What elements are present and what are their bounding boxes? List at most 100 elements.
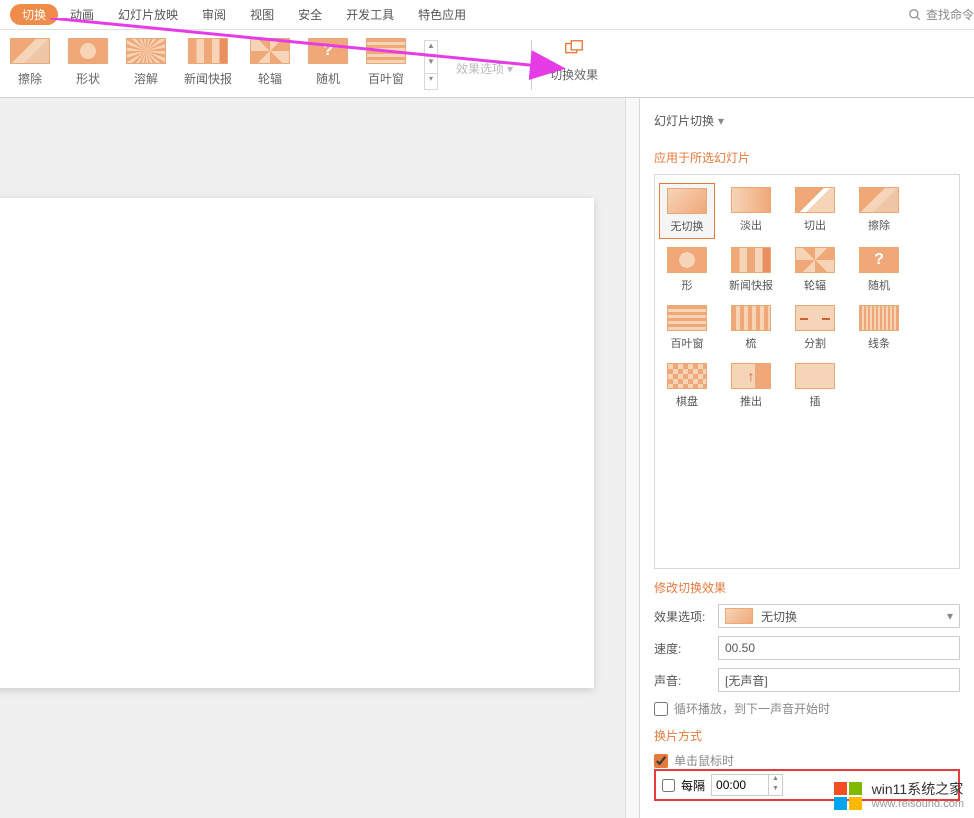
every-spinner[interactable]: 00:00 ▲ ▼ (711, 774, 783, 796)
every-label: 每隔 (681, 777, 705, 794)
ribbon-label: 轮辐 (258, 70, 282, 87)
push-icon (731, 363, 771, 389)
onclick-checkbox[interactable] (654, 754, 668, 768)
effect-option-combo[interactable]: 无切换 ▾ (718, 604, 960, 628)
ribbon-wipe[interactable]: 擦除 (10, 38, 50, 87)
every-checkbox[interactable] (662, 779, 675, 792)
vertical-scrollbar[interactable] (625, 98, 639, 818)
transition-fade[interactable]: 淡出 (723, 183, 779, 239)
advance-section-title: 换片方式 (654, 727, 960, 744)
insert-icon (795, 363, 835, 389)
ribbon-wheel[interactable]: 轮辐 (250, 38, 290, 87)
wheel-icon (250, 38, 290, 64)
ribbon: 擦除 形状 溶解 新闻快报 轮辐 随机 百叶窗 ▲ ▼ ▾ 效果选项 ▾ 切换效… (0, 30, 974, 98)
panel-title: 幻灯片切换 ▾ (654, 108, 960, 139)
transition-none[interactable]: 无切换 (659, 183, 715, 239)
lines-icon (859, 305, 899, 331)
tab-transition[interactable]: 切换 (10, 4, 58, 25)
transition-insert[interactable]: 插 (787, 359, 843, 413)
news-icon (731, 247, 771, 273)
tab-view[interactable]: 视图 (238, 2, 286, 27)
onclick-label: 单击鼠标时 (674, 752, 734, 769)
onclick-checkbox-row[interactable]: 单击鼠标时 (654, 752, 960, 769)
loop-checkbox-row[interactable]: 循环播放，到下一声音开始时 (654, 700, 960, 717)
transition-shape[interactable]: 形 (659, 243, 715, 297)
ribbon-news[interactable]: 新闻快报 (184, 38, 232, 87)
watermark-title: win11系统之家 (872, 781, 964, 798)
fade-icon (731, 187, 771, 213)
news-icon (188, 38, 228, 64)
wheel-icon (795, 247, 835, 273)
ribbon-label: 新闻快报 (184, 70, 232, 87)
transition-wipe[interactable]: 擦除 (851, 183, 907, 239)
ribbon-random[interactable]: 随机 (308, 38, 348, 87)
ribbon-label: 溶解 (134, 70, 158, 87)
wipe-icon (10, 38, 50, 64)
watermark-url: www.relsound.com (872, 798, 964, 811)
transition-random[interactable]: 随机 (851, 243, 907, 297)
transition-lines[interactable]: 线条 (851, 301, 907, 355)
ribbon-shape[interactable]: 形状 (68, 38, 108, 87)
chevron-down-icon: ▾ (947, 609, 953, 623)
slide-title[interactable]: 白演示 (0, 448, 554, 535)
split-icon (795, 305, 835, 331)
ribbon-label: 形状 (76, 70, 100, 87)
transition-checker[interactable]: 棋盘 (659, 359, 715, 413)
switch-effect-icon (563, 38, 585, 60)
effect-options-dropdown[interactable]: 效果选项 ▾ (456, 60, 513, 77)
search-icon (908, 8, 922, 22)
speed-combo[interactable]: 00.50 (718, 636, 960, 660)
top-tabs: 切换 动画 幻灯片放映 审阅 视图 安全 开发工具 特色应用 查找命令 (0, 0, 974, 30)
ribbon-blinds[interactable]: 百叶窗 (366, 38, 406, 87)
tab-special[interactable]: 特色应用 (406, 2, 478, 27)
random-icon (859, 247, 899, 273)
chevron-down-icon[interactable]: ▾ (718, 114, 724, 128)
tab-review[interactable]: 审阅 (190, 2, 238, 27)
transition-news[interactable]: 新闻快报 (723, 243, 779, 297)
blinds-icon (667, 305, 707, 331)
tab-slideshow[interactable]: 幻灯片放映 (106, 2, 190, 27)
speed-row: 速度: 00.50 (654, 636, 960, 660)
modify-section-title: 修改切换效果 (654, 579, 960, 596)
shape-icon (68, 38, 108, 64)
chevron-down-icon: ▾ (507, 62, 513, 76)
ribbon-label: 擦除 (18, 70, 42, 87)
loop-label: 循环播放，到下一声音开始时 (674, 700, 830, 717)
switch-effect-button[interactable]: 切换效果 (550, 38, 598, 83)
slide[interactable]: 白演示 您的封面副标题 (0, 198, 594, 688)
tab-devtools[interactable]: 开发工具 (334, 2, 406, 27)
ribbon-label: 随机 (316, 70, 340, 87)
tab-animation[interactable]: 动画 (58, 2, 106, 27)
sound-combo[interactable]: [无声音] (718, 668, 960, 692)
effect-swatch-icon (725, 608, 753, 624)
spinner-down[interactable]: ▼ (769, 785, 782, 795)
slide-subtitle[interactable]: 您的封面副标题 (0, 553, 554, 590)
windows-logo-icon (832, 780, 864, 812)
loop-checkbox[interactable] (654, 702, 668, 716)
gallery-down[interactable]: ▼ (425, 57, 437, 73)
dissolve-icon (126, 38, 166, 64)
transition-panel: 幻灯片切换 ▾ 应用于所选幻灯片 无切换 淡出 切出 擦除 形 新闻快报 轮辐 … (640, 98, 974, 818)
search-command-label: 查找命令 (926, 6, 974, 23)
applied-section-title: 应用于所选幻灯片 (654, 149, 960, 166)
ribbon-dissolve[interactable]: 溶解 (126, 38, 166, 87)
random-icon (308, 38, 348, 64)
transition-split[interactable]: 分割 (787, 301, 843, 355)
watermark: win11系统之家 www.relsound.com (832, 780, 964, 812)
slide-canvas[interactable]: 白演示 您的封面副标题 (0, 98, 640, 818)
spinner-up[interactable]: ▲ (769, 775, 782, 785)
tab-security[interactable]: 安全 (286, 2, 334, 27)
gallery-up[interactable]: ▲ (425, 41, 437, 57)
speed-label: 速度: (654, 640, 712, 657)
transition-cut[interactable]: 切出 (787, 183, 843, 239)
transition-blinds[interactable]: 百叶窗 (659, 301, 715, 355)
separator (531, 40, 532, 90)
transition-wheel[interactable]: 轮辐 (787, 243, 843, 297)
ribbon-label: 百叶窗 (368, 70, 404, 87)
transition-push[interactable]: 推出 (723, 359, 779, 413)
cut-icon (795, 187, 835, 213)
gallery-more[interactable]: ▾ (425, 74, 437, 89)
search-command[interactable]: 查找命令 (908, 6, 974, 23)
transition-comb[interactable]: 梳 (723, 301, 779, 355)
sound-label: 声音: (654, 672, 712, 689)
